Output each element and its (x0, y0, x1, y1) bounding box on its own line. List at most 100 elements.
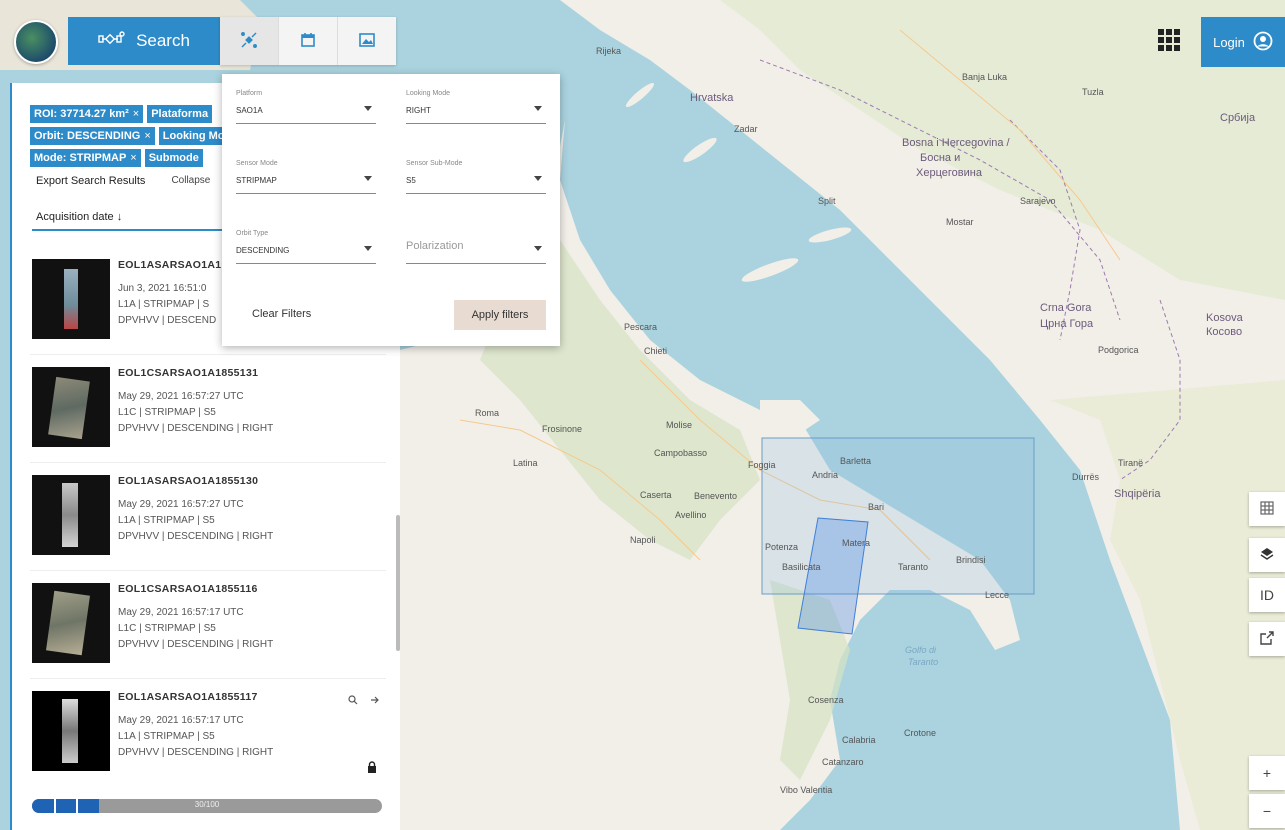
map-label-hrvatska: Hrvatska (690, 92, 734, 104)
polarization-select[interactable]: Polarization (406, 230, 546, 264)
result-id: EOL1CSARSAO1A1855116 (118, 583, 258, 595)
list-item[interactable]: EOL1ASARSAO1A1855117 May 29, 2021 16:57:… (30, 683, 386, 787)
map-label-frosinone: Frosinone (542, 424, 583, 434)
results-progress: 30/100 (32, 799, 382, 813)
platform-value: SAO1A (236, 106, 263, 115)
sensor-mode-select[interactable]: Sensor Mode STRIPMAP (236, 160, 376, 194)
satellite-search-icon (98, 29, 126, 54)
id-label: ID (1260, 587, 1274, 603)
result-date: May 29, 2021 16:57:17 UTC (118, 607, 244, 618)
map-label-matera: Matera (842, 538, 871, 548)
id-button[interactable]: ID (1249, 578, 1285, 612)
result-polarization: DPVHVV | DESCENDING | RIGHT (118, 531, 274, 542)
grid-toggle-button[interactable] (1249, 492, 1285, 526)
result-polarization: DPVHVV | DESCEND (118, 315, 217, 326)
map-label-cosenza: Cosenza (808, 695, 844, 705)
chip-orbit[interactable]: Orbit: DESCENDING × (30, 127, 155, 145)
list-item[interactable]: EOL1CSARSAO1A1855116 May 29, 2021 16:57:… (30, 575, 386, 679)
collapse-link[interactable]: Collapse (171, 175, 210, 187)
chip-close-icon[interactable]: × (130, 152, 136, 164)
satellite-icon (240, 31, 258, 52)
apply-filters-button[interactable]: Apply filters (454, 300, 546, 330)
app-logo[interactable] (14, 20, 58, 64)
looking-mode-select[interactable]: Looking Mode RIGHT (406, 90, 546, 124)
map-label-banja-luka: Banja Luka (962, 72, 1008, 82)
map-label-catanzaro: Catanzaro (822, 757, 864, 767)
chip-mode[interactable]: Mode: STRIPMAP × (30, 149, 141, 167)
tab-calendar[interactable] (279, 17, 338, 65)
map-label-crotone: Crotone (904, 728, 937, 738)
arrow-right-icon[interactable] (370, 695, 380, 708)
platform-select[interactable]: Platform SAO1A (236, 90, 376, 124)
login-button[interactable]: Login (1201, 17, 1285, 67)
export-button[interactable] (1249, 622, 1285, 656)
map-label-napoli: Napoli (630, 535, 656, 545)
result-thumbnail (32, 691, 110, 771)
orbit-type-label: Orbit Type (236, 230, 269, 237)
map-label-zadar: Zadar (734, 124, 758, 134)
looking-mode-value: RIGHT (406, 106, 431, 115)
chip-platform[interactable]: Plataforma (147, 105, 213, 123)
calendar-icon (299, 31, 317, 52)
tool-tabs (220, 17, 396, 65)
export-results-link[interactable]: Export Search Results (36, 175, 145, 187)
search-button[interactable]: Search (68, 17, 220, 65)
map-label-latina: Latina (513, 458, 538, 468)
zoom-icon[interactable] (348, 695, 358, 708)
tab-satellite[interactable] (220, 17, 279, 65)
map-label-sarajevo: Sarajevo (1020, 196, 1056, 206)
result-polarization: DPVHVV | DESCENDING | RIGHT (118, 423, 274, 434)
result-level: L1A | STRIPMAP | S5 (118, 515, 215, 526)
results-scrollbar[interactable] (396, 515, 400, 651)
chip-roi[interactable]: ROI: 37714.27 km² × (30, 105, 144, 123)
map-label-bosna-cyr: Босна и (920, 152, 961, 164)
result-thumbnail (32, 475, 110, 555)
map-label-basilicata: Basilicata (782, 562, 821, 572)
sensor-submode-select[interactable]: Sensor Sub-Mode S5 (406, 160, 546, 194)
result-id: EOL1CSARSAO1A1855131 (118, 367, 259, 379)
map-label-kosovo-cyr: Косово (1206, 326, 1243, 338)
result-level: L1C | STRIPMAP | S5 (118, 623, 216, 634)
clear-filters-button[interactable]: Clear Filters (252, 308, 311, 320)
list-item[interactable]: EOL1ASARSAO1A1855130 May 29, 2021 16:57:… (30, 467, 386, 571)
orbit-type-select[interactable]: Orbit Type DESCENDING (236, 230, 376, 264)
result-thumbnail (32, 259, 110, 339)
map-label-split: Split (818, 196, 836, 206)
chip-close-icon[interactable]: × (133, 108, 139, 120)
tab-image[interactable] (338, 17, 396, 65)
filter-popup: Platform SAO1A Looking Mode RIGHT Sensor… (222, 74, 560, 346)
sensor-submode-value: S5 (406, 176, 416, 185)
map-label-bari: Bari (868, 502, 885, 512)
result-id: EOL1ASARSAO1A1855130 (118, 475, 259, 487)
map-label-vibo: Vibo Valentia (780, 785, 833, 795)
chevron-down-icon (534, 106, 542, 111)
result-polarization: DPVHVV | DESCENDING | RIGHT (118, 747, 274, 758)
apply-filters-label: Apply filters (471, 309, 529, 321)
map-label-pescara: Pescara (624, 322, 658, 332)
panel-actions: Export Search Results Collapse (36, 175, 210, 187)
zoom-in-button[interactable]: + (1249, 756, 1285, 790)
map-label-roma: Roma (475, 408, 500, 418)
map-label-tuzla: Tuzla (1082, 87, 1104, 97)
polarization-placeholder: Polarization (406, 240, 464, 252)
map-label-golfo: Golfo di (905, 645, 937, 655)
map-label-durres: Durrës (1072, 472, 1100, 482)
list-item[interactable]: EOL1CSARSAO1A1855131 May 29, 2021 16:57:… (30, 359, 386, 463)
map-label-calabria: Calabria (842, 735, 876, 745)
lock-icon (366, 761, 378, 773)
map-label-bosna-cyr2: Херцеговина (916, 167, 982, 179)
map-label-taranto: Taranto (898, 562, 929, 572)
map-label-bosna: Bosna i Hercegovina / (902, 137, 1010, 149)
apps-grid-icon[interactable] (1158, 29, 1180, 51)
zoom-out-label: − (1262, 803, 1272, 819)
map-label-avellino: Avellino (675, 510, 707, 520)
chip-submode[interactable]: Submode (144, 149, 203, 167)
layers-button[interactable] (1249, 538, 1285, 572)
chip-close-icon[interactable]: × (144, 130, 150, 142)
map-label-lecce: Lecce (985, 590, 1010, 600)
result-date: May 29, 2021 16:57:17 UTC (118, 715, 244, 726)
zoom-out-button[interactable]: − (1249, 794, 1285, 828)
result-level: L1A | STRIPMAP | S (118, 299, 210, 310)
search-button-label: Search (136, 31, 190, 50)
result-level: L1C | STRIPMAP | S5 (118, 407, 216, 418)
